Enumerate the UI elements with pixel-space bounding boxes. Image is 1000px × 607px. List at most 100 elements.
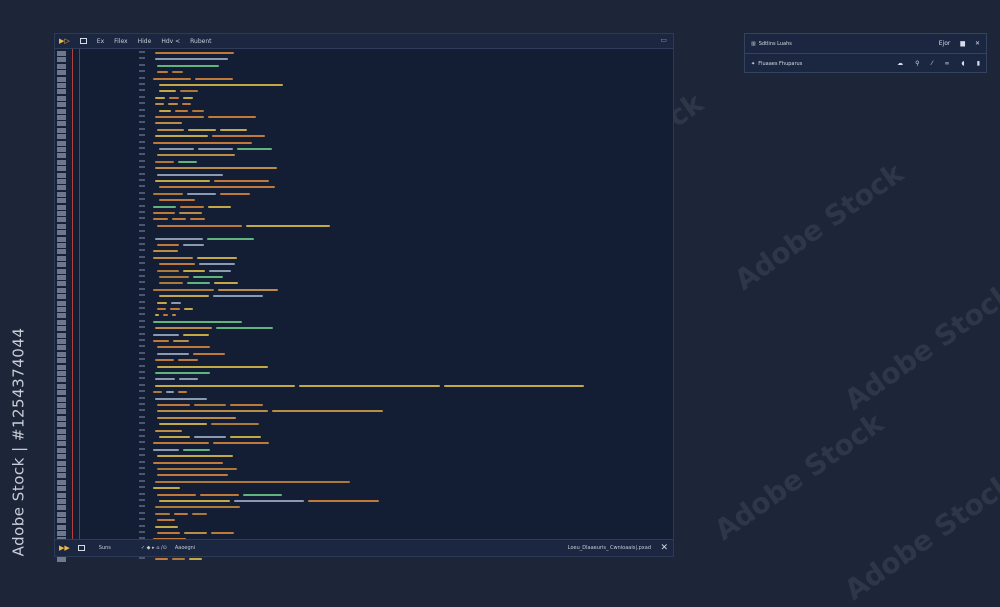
code-token bbox=[155, 122, 182, 125]
play-icon[interactable]: ▶▷ bbox=[59, 37, 70, 45]
code-token bbox=[155, 525, 179, 528]
code-token bbox=[157, 493, 196, 496]
code-token bbox=[153, 487, 180, 490]
code-token bbox=[157, 308, 167, 310]
code-token bbox=[155, 96, 165, 99]
code-token bbox=[198, 148, 234, 150]
code-token bbox=[178, 378, 199, 381]
watermark-tile: Adobe Stock bbox=[838, 276, 1000, 417]
cloud-icon[interactable]: ☁ bbox=[897, 60, 903, 67]
status-file-path: Loeu_Dlaaeuris_ Cwnioaais|.pxad bbox=[567, 545, 651, 551]
code-token bbox=[208, 269, 231, 272]
code-token bbox=[155, 429, 182, 432]
code-token bbox=[153, 333, 179, 336]
panel-toolbar-row: ✦ Fluaaes Fhuparus ☁ ⚲ ⁄ ∞ ◖ ▮ bbox=[745, 54, 986, 73]
code-token bbox=[184, 532, 208, 534]
code-token bbox=[155, 480, 350, 483]
code-token bbox=[207, 205, 232, 208]
code-token bbox=[212, 442, 269, 445]
folder-icon[interactable]: ▆ bbox=[960, 40, 965, 47]
code-token bbox=[245, 224, 331, 227]
code-token bbox=[237, 148, 273, 150]
play-icon[interactable]: ▶▶ bbox=[59, 544, 70, 552]
code-token bbox=[229, 436, 261, 438]
code-token bbox=[178, 359, 198, 362]
code-token bbox=[186, 282, 211, 285]
menu-item-rubent[interactable]: Rubent bbox=[190, 38, 211, 45]
pin-icon[interactable]: ⁄ bbox=[932, 60, 933, 67]
code-token bbox=[155, 378, 175, 381]
code-token bbox=[168, 103, 178, 106]
code-token bbox=[163, 314, 168, 317]
code-token bbox=[159, 84, 283, 86]
panel-subtitle: Fluaaes Fhuparus bbox=[758, 60, 803, 67]
code-token bbox=[155, 180, 210, 182]
status-item-suns: Suns bbox=[98, 545, 111, 551]
code-token bbox=[213, 180, 269, 182]
code-token bbox=[155, 135, 209, 138]
code-token bbox=[220, 192, 250, 195]
code-token bbox=[233, 500, 305, 502]
code-token bbox=[192, 276, 223, 278]
code-token bbox=[153, 141, 252, 144]
code-token bbox=[155, 314, 160, 317]
code-token bbox=[213, 295, 264, 298]
code-token bbox=[155, 237, 203, 240]
side-panel: ▥ Sdtlins Luahs Ejor ▆ ✕ ✦ Fluaaes Fhupa… bbox=[744, 33, 987, 73]
code-area[interactable] bbox=[55, 49, 673, 560]
code-token bbox=[159, 423, 207, 426]
code-token bbox=[153, 205, 177, 208]
status-tool-icons[interactable]: ✓ ◆ ▸ ⌂ /⊙ bbox=[141, 545, 167, 551]
close-icon[interactable]: ✕ bbox=[660, 543, 668, 553]
code-token bbox=[155, 327, 212, 330]
code-token bbox=[159, 90, 177, 93]
watermark-tile: Adobe Stock bbox=[838, 466, 1000, 607]
menu-item-hdv[interactable]: Hdv < bbox=[161, 38, 180, 45]
search-icon[interactable]: ⚲ bbox=[915, 60, 919, 67]
code-token bbox=[155, 103, 165, 106]
code-token bbox=[157, 365, 268, 368]
code-token bbox=[182, 244, 205, 246]
code-token bbox=[193, 352, 226, 355]
settings-icon[interactable]: ▮ bbox=[977, 60, 980, 67]
code-token bbox=[192, 512, 207, 515]
panel-toggle-icon[interactable] bbox=[79, 38, 87, 44]
code-token bbox=[157, 301, 167, 304]
code-token bbox=[159, 500, 230, 502]
code-token bbox=[153, 77, 191, 80]
code-token bbox=[214, 282, 238, 285]
watermark-side-text: Adobe Stock | #1254374044 bbox=[9, 327, 28, 557]
code-token bbox=[210, 423, 259, 426]
menu-item-filex[interactable]: Filex bbox=[114, 38, 128, 45]
code-token bbox=[194, 77, 233, 80]
code-token bbox=[153, 448, 180, 451]
code-token bbox=[199, 493, 239, 496]
close-icon[interactable]: ✕ bbox=[975, 40, 980, 47]
menu-item-ex[interactable]: Ex bbox=[97, 38, 104, 45]
code-token bbox=[217, 288, 278, 291]
code-token bbox=[173, 512, 189, 515]
drop-icon[interactable]: ◖ bbox=[962, 60, 965, 67]
code-token bbox=[155, 397, 208, 400]
code-token bbox=[206, 237, 255, 240]
code-token bbox=[159, 263, 196, 266]
watermark-tile: Adobe Stock bbox=[708, 406, 890, 547]
status-bar: ▶▶ Suns ✓ ◆ ▸ ⌂ /⊙ Aaoegni Loeu_Dlaaeuri… bbox=[55, 539, 673, 556]
code-token bbox=[155, 557, 168, 560]
gutter-icon bbox=[57, 556, 66, 562]
code-token bbox=[153, 320, 243, 323]
code-token bbox=[157, 410, 268, 413]
code-token bbox=[157, 173, 223, 176]
code-token bbox=[242, 493, 282, 496]
window-menu-icon[interactable]: ▭ bbox=[660, 36, 667, 44]
code-token bbox=[170, 301, 181, 304]
code-token bbox=[157, 71, 169, 74]
menu-item-hide[interactable]: Hide bbox=[138, 38, 152, 45]
code-token bbox=[153, 218, 168, 221]
link-icon[interactable]: ∞ bbox=[945, 60, 950, 67]
code-token bbox=[183, 448, 210, 451]
code-token bbox=[183, 308, 193, 310]
code-token bbox=[188, 128, 216, 131]
code-token bbox=[199, 263, 236, 266]
panel-toggle-icon[interactable] bbox=[77, 545, 85, 551]
